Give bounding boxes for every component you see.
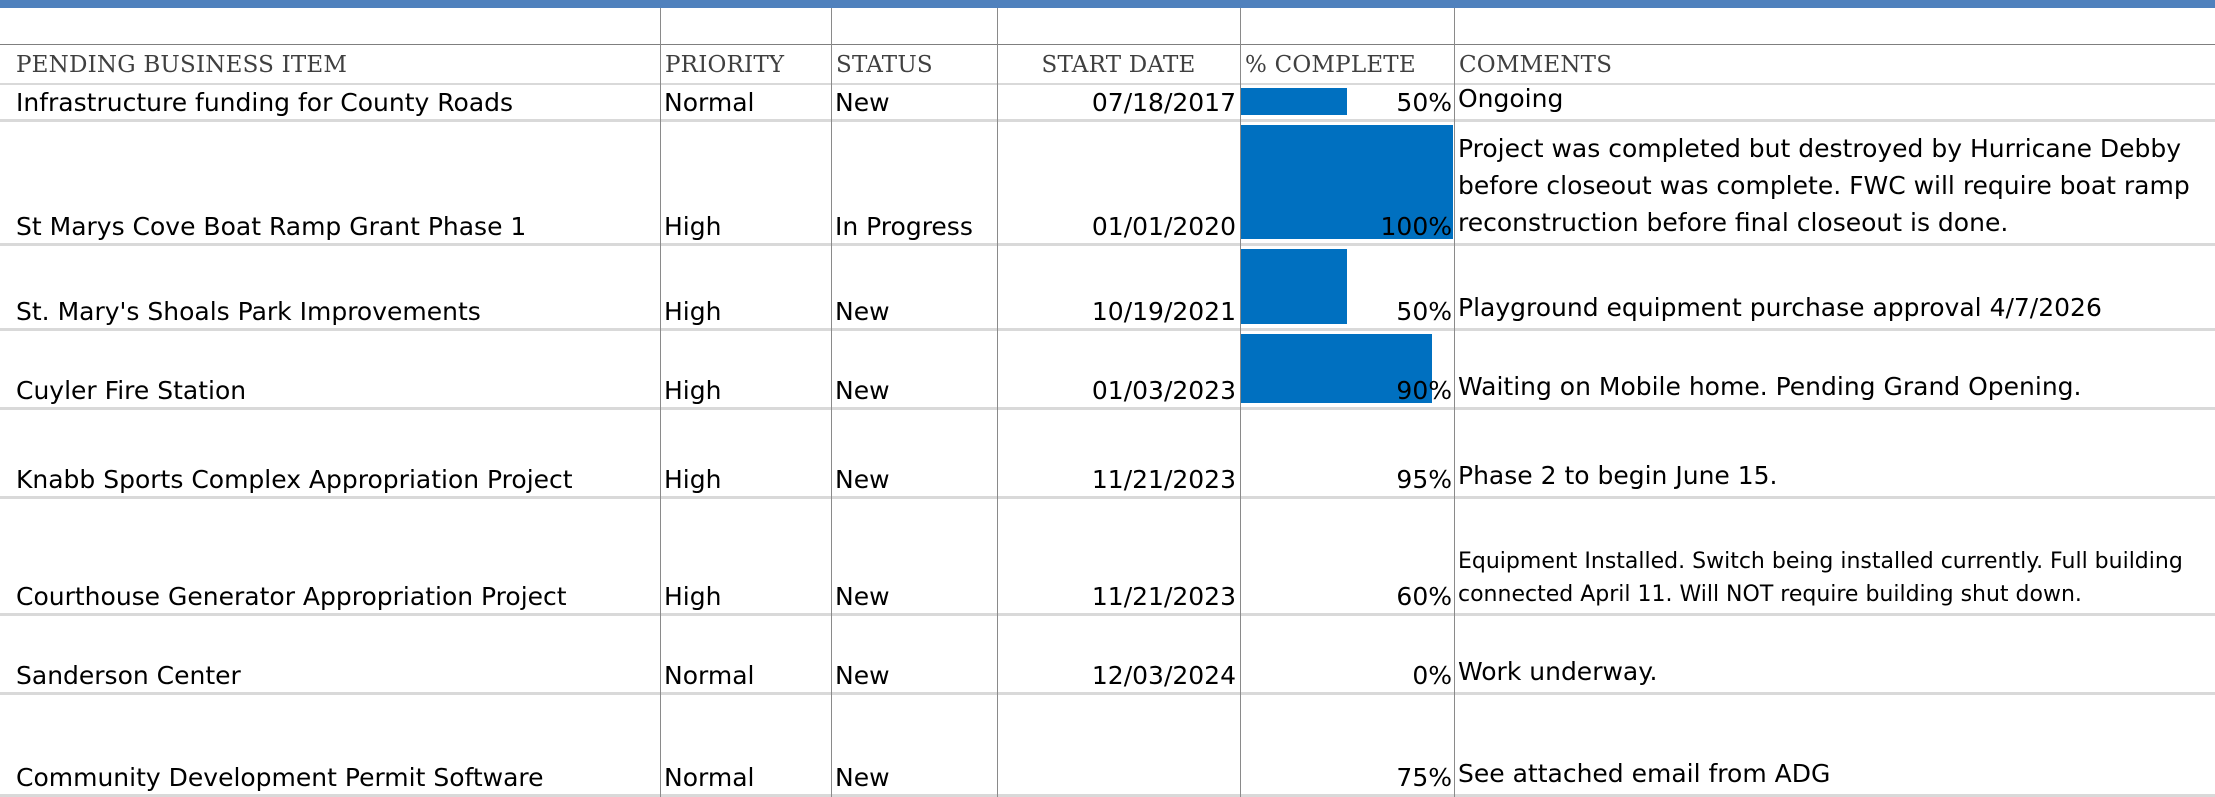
percent-complete-cell[interactable]: 100% — [1240, 122, 1454, 243]
comment-text: Phase 2 to begin June 15. — [1458, 461, 1778, 490]
item-cell[interactable]: St. Mary's Shoals Park Improvements — [12, 246, 660, 328]
percent-complete-cell[interactable]: 60% — [1240, 499, 1454, 613]
percent-complete-label: 50% — [1396, 88, 1452, 117]
comment-text: Project was completed but destroyed by H… — [1458, 134, 2190, 237]
table-row: St. Mary's Shoals Park Improvements High N… — [0, 246, 2215, 331]
comments-cell[interactable]: Work underway. — [1454, 616, 2215, 692]
table-row: Infrastructure funding for County Roads N… — [0, 85, 2215, 122]
item-cell[interactable]: Infrastructure funding for County Roads — [12, 85, 660, 119]
percent-complete-cell[interactable]: 95% — [1240, 410, 1454, 496]
priority-cell[interactable]: High — [660, 246, 831, 328]
priority-cell[interactable]: Normal — [660, 85, 831, 119]
comment-text: Work underway. — [1458, 657, 1658, 686]
comments-cell[interactable]: Waiting on Mobile home. Pending Grand Op… — [1454, 331, 2215, 407]
percent-complete-cell[interactable]: 0% — [1240, 616, 1454, 692]
percent-complete-cell[interactable]: 75% — [1240, 695, 1454, 794]
comment-text: Ongoing — [1458, 85, 1564, 113]
column-divider — [1454, 8, 1455, 797]
priority-cell[interactable]: High — [660, 499, 831, 613]
status-cell[interactable]: New — [831, 85, 997, 119]
comment-text: Equipment Installed. Switch being instal… — [1458, 549, 2183, 607]
item-cell[interactable]: Cuyler Fire Station — [12, 331, 660, 407]
item-cell[interactable]: Community Development Permit Software — [12, 695, 660, 794]
status-cell[interactable]: New — [831, 499, 997, 613]
item-cell[interactable]: Knabb Sports Complex Appropriation Proje… — [12, 410, 660, 496]
progress-bar — [1241, 249, 1347, 324]
comments-cell[interactable]: Playground equipment purchase approval 4… — [1454, 246, 2215, 328]
percent-complete-label: 60% — [1396, 582, 1452, 611]
start-date-cell[interactable]: 12/03/2024 — [997, 616, 1240, 692]
header-pending-business-item[interactable]: PENDING BUSINESS ITEM — [12, 45, 660, 83]
header-comments[interactable]: COMMENTS — [1454, 45, 2215, 83]
status-cell[interactable]: New — [831, 331, 997, 407]
percent-complete-cell[interactable]: 90% — [1240, 331, 1454, 407]
priority-cell[interactable]: High — [660, 410, 831, 496]
table-accent-bar — [0, 0, 2215, 8]
start-date-cell[interactable]: 01/03/2023 — [997, 331, 1240, 407]
header-row: PENDING BUSINESS ITEM PRIORITY STATUS ST… — [0, 45, 2215, 85]
table-row: Community Development Permit Software Nor… — [0, 695, 2215, 797]
comment-text: See attached email from ADG — [1458, 759, 1831, 788]
progress-bar — [1241, 88, 1347, 115]
start-date-cell[interactable]: 07/18/2017 — [997, 85, 1240, 119]
column-divider — [831, 8, 832, 797]
table-row: Sanderson Center Normal New 12/03/2024 0% Wor… — [0, 616, 2215, 695]
item-cell[interactable]: St Marys Cove Boat Ramp Grant Phase 1 — [12, 122, 660, 243]
priority-cell[interactable]: High — [660, 331, 831, 407]
comments-cell[interactable]: See attached email from ADG — [1454, 695, 2215, 794]
item-cell[interactable]: Sanderson Center — [12, 616, 660, 692]
comments-cell[interactable]: Phase 2 to begin June 15. — [1454, 410, 2215, 496]
table-row: St Marys Cove Boat Ramp Grant Phase 1 Hig… — [0, 122, 2215, 246]
empty-row[interactable] — [0, 8, 2215, 45]
priority-cell[interactable]: High — [660, 122, 831, 243]
percent-complete-label: 50% — [1396, 297, 1452, 326]
comment-text: Playground equipment purchase approval 4… — [1458, 293, 2102, 322]
table-row: Cuyler Fire Station High New 01/03/2023 90% W… — [0, 331, 2215, 410]
table-row: Knabb Sports Complex Appropriation Proje… — [0, 410, 2215, 499]
priority-cell[interactable]: Normal — [660, 616, 831, 692]
header-priority[interactable]: PRIORITY — [660, 45, 831, 83]
header-status[interactable]: STATUS — [831, 45, 997, 83]
status-cell[interactable]: In Progress — [831, 122, 997, 243]
percent-complete-label: 90% — [1396, 376, 1452, 405]
start-date-cell[interactable]: 11/21/2023 — [997, 410, 1240, 496]
column-divider — [660, 8, 661, 797]
status-cell[interactable]: New — [831, 616, 997, 692]
percent-complete-label: 100% — [1380, 212, 1452, 241]
column-divider — [1240, 8, 1241, 797]
percent-complete-label: 95% — [1396, 465, 1452, 494]
start-date-cell[interactable]: 01/01/2020 — [997, 122, 1240, 243]
status-cell[interactable]: New — [831, 246, 997, 328]
spreadsheet: PENDING BUSINESS ITEM PRIORITY STATUS ST… — [0, 0, 2215, 797]
percent-complete-label: 75% — [1396, 763, 1452, 792]
percent-complete-cell[interactable]: 50% — [1240, 246, 1454, 328]
start-date-cell[interactable]: 11/21/2023 — [997, 499, 1240, 613]
comments-cell[interactable]: Equipment Installed. Switch being instal… — [1454, 499, 2215, 613]
priority-cell[interactable]: Normal — [660, 695, 831, 794]
table-row: Courthouse Generator Appropriation Proje… — [0, 499, 2215, 616]
header-percent-complete[interactable]: % COMPLETE — [1240, 45, 1454, 83]
percent-complete-cell[interactable]: 50% — [1240, 85, 1454, 119]
comment-text: Waiting on Mobile home. Pending Grand Op… — [1458, 372, 2082, 401]
comments-cell[interactable]: Ongoing — [1454, 85, 2215, 119]
comments-cell[interactable]: Project was completed but destroyed by H… — [1454, 122, 2215, 243]
start-date-cell[interactable] — [997, 695, 1240, 794]
start-date-cell[interactable]: 10/19/2021 — [997, 246, 1240, 328]
status-cell[interactable]: New — [831, 695, 997, 794]
status-cell[interactable]: New — [831, 410, 997, 496]
column-divider — [997, 8, 998, 797]
header-start-date[interactable]: START DATE — [997, 45, 1240, 83]
percent-complete-label: 0% — [1412, 661, 1452, 690]
item-cell[interactable]: Courthouse Generator Appropriation Proje… — [12, 499, 660, 613]
